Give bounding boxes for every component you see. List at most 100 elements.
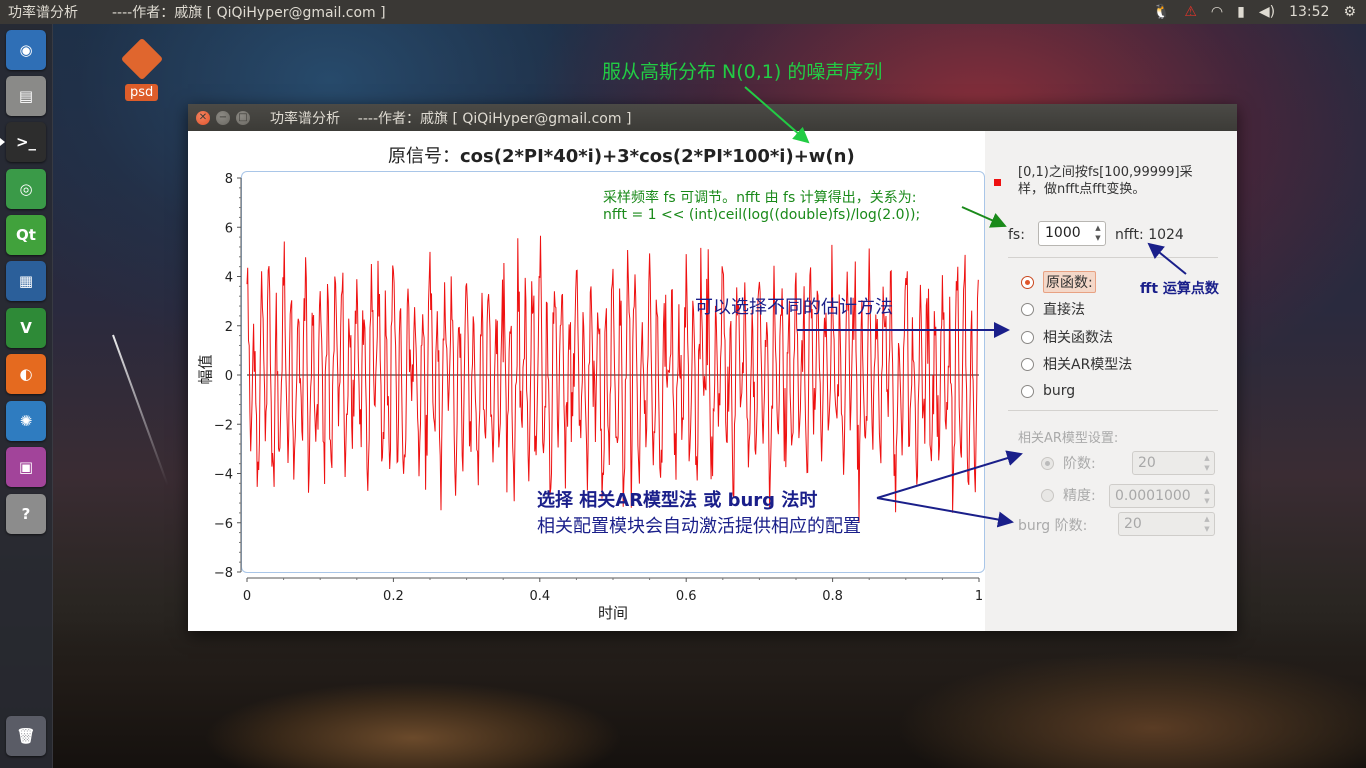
burg-order-spinbox[interactable]: 20 ▲ ▼ (1118, 512, 1215, 536)
minimize-icon: − (218, 111, 228, 123)
terminal-launcher-item[interactable]: >_ (0, 122, 46, 162)
method-radio-ar-model[interactable]: 相关AR模型法 (1021, 353, 1132, 375)
y-tick-label: 6 (225, 221, 233, 236)
status-indicator-icon (994, 179, 1001, 186)
divider (1008, 410, 1218, 411)
gear-icon[interactable]: ⚙ (1343, 4, 1356, 20)
maximize-icon: □ (238, 111, 248, 123)
window-titlebar[interactable]: ✕ − □ 功率谱分析 ----作者：戚旗 [ QiQiHyper@gmail.… (188, 104, 1237, 131)
radio-icon[interactable] (1041, 456, 1054, 470)
file-manager-launcher-item[interactable]: ▤ (6, 76, 46, 116)
fs-spin-arrows-icon[interactable]: ▲ ▼ (1092, 223, 1104, 244)
fs-spinbox[interactable]: 1000 ▲ ▼ (1038, 221, 1106, 246)
sampling-info-text: [0,1)之间按fs[100,99999]采样，做nfft点fft变换。 (1018, 165, 1193, 197)
method-radio-burg[interactable]: burg (1021, 380, 1075, 402)
chrome-launcher-item[interactable]: ◎ (6, 169, 46, 209)
system-tray: 🐧 ⚠ ◠ ▮ ◀) 13:52 ⚙ (1153, 0, 1356, 24)
y-tick-label: 0 (225, 369, 233, 384)
ar-precision-option[interactable]: 精度: (1041, 485, 1096, 505)
annotation-fs-note-1: 采样频率 fs 可调节。nfft 由 fs 计算得出，关系为: (603, 190, 917, 206)
y-tick-label: −2 (214, 418, 233, 433)
video-app-launcher-item[interactable]: ▣ (6, 447, 46, 487)
nfft-readout: nfft: 1024 (1115, 227, 1184, 243)
annotation-fft-points: fft 运算点数 (1140, 281, 1219, 297)
unknown-app-icon: ? (21, 505, 31, 523)
video-app-icon: ▣ (18, 458, 34, 476)
ubuntu-dash-icon: ◉ (19, 41, 33, 59)
method-label: burg (1043, 383, 1076, 399)
spin-arrows-icon[interactable]: ▲ ▼ (1201, 486, 1213, 507)
method-label: 相关函数法 (1043, 330, 1113, 346)
unknown-app-launcher-item[interactable]: ? (6, 494, 46, 534)
spin-arrows-icon[interactable]: ▲ ▼ (1201, 453, 1213, 474)
battery-icon[interactable]: ▮ (1237, 4, 1245, 20)
ar-precision-value[interactable]: 0.0001000 (1115, 488, 1191, 504)
x-tick-label: 1 (975, 589, 983, 604)
tux-icon[interactable]: 🐧 (1153, 4, 1170, 20)
clock[interactable]: 13:52 (1289, 4, 1329, 20)
annotation-noise: 服从高斯分布 N(0,1) 的噪声序列 (602, 61, 883, 83)
method-label: 原函数: (1043, 271, 1096, 293)
virtualbox-launcher-item[interactable]: ▦ (6, 261, 46, 301)
annotation-config-2: 相关配置模块会自动激活提供相应的配置 (537, 516, 861, 537)
firefox-icon: ◐ (19, 365, 33, 383)
x-tick-label: 0.8 (822, 589, 843, 604)
shotwell-launcher-item[interactable]: ✺ (6, 401, 46, 441)
top-panel-app-name[interactable]: 功率谱分析 (8, 2, 78, 22)
radio-icon[interactable] (1041, 488, 1054, 502)
ar-order-label: 阶数: (1063, 456, 1096, 472)
radio-icon[interactable] (1021, 330, 1034, 344)
y-tick-label: 8 (225, 172, 233, 187)
launcher: ◉ ▤ >_ ◎ Qt ▦ V ◐ ✺ ▣? 🗑 (0, 24, 53, 768)
ar-order-option[interactable]: 阶数: (1041, 453, 1096, 473)
divider (1008, 257, 1218, 258)
y-tick-label: 4 (225, 271, 233, 286)
annotation-config-1: 选择 相关AR模型法 或 burg 法时 (537, 490, 818, 511)
burg-order-value[interactable]: 20 (1124, 516, 1142, 532)
x-tick-label: 0 (243, 589, 251, 604)
qt-creator-launcher-item[interactable]: Qt (6, 215, 46, 255)
y-tick-label: −4 (214, 468, 233, 483)
ar-precision-label: 精度: (1063, 488, 1096, 504)
ar-precision-spinbox[interactable]: 0.0001000 ▲ ▼ (1109, 484, 1215, 508)
minimize-button[interactable]: − (216, 110, 230, 125)
trash-launcher-item[interactable]: 🗑 (6, 716, 46, 756)
terminal-icon: >_ (15, 133, 37, 151)
file-manager-icon: ▤ (18, 87, 34, 105)
y-axis-label: 幅值 (196, 354, 215, 385)
radio-icon[interactable] (1021, 302, 1034, 316)
burg-order-option: burg 阶数: (1018, 515, 1087, 535)
fs-label: fs: (1008, 227, 1025, 243)
nfft-value: 1024 (1148, 227, 1184, 243)
radio-icon[interactable] (1021, 357, 1034, 371)
vim-launcher-item[interactable]: V (6, 308, 46, 348)
fs-value[interactable]: 1000 (1045, 225, 1081, 241)
method-label: 相关AR模型法 (1043, 357, 1133, 373)
close-button[interactable]: ✕ (196, 110, 210, 125)
wifi-icon[interactable]: ◠ (1211, 4, 1223, 20)
desktop-wallpaper-mountains (53, 618, 1366, 768)
close-icon: ✕ (198, 111, 208, 123)
desktop-icon-label: psd (125, 84, 159, 101)
method-radio-direct[interactable]: 直接法 (1021, 298, 1085, 320)
firefox-launcher-item[interactable]: ◐ (6, 354, 46, 394)
ar-order-value[interactable]: 20 (1138, 455, 1156, 471)
desktop-icon-psd[interactable]: psd (120, 37, 164, 101)
chrome-icon: ◎ (19, 180, 33, 198)
method-radio-original[interactable]: 原函数: (1021, 271, 1096, 293)
radio-icon[interactable] (1021, 384, 1034, 398)
spin-arrows-icon[interactable]: ▲ ▼ (1201, 514, 1213, 535)
virtualbox-icon: ▦ (18, 272, 34, 290)
ar-order-spinbox[interactable]: 20 ▲ ▼ (1132, 451, 1215, 475)
method-label: 直接法 (1043, 302, 1085, 318)
maximize-button[interactable]: □ (236, 110, 250, 125)
radio-icon[interactable] (1021, 275, 1034, 289)
window-title: 功率谱分析 ----作者：戚旗 [ QiQiHyper@gmail.com ] (270, 110, 632, 127)
volume-icon[interactable]: ◀) (1259, 4, 1275, 20)
ubuntu-dash-launcher-item[interactable]: ◉ (6, 30, 46, 70)
annotation-fs-note-2: nfft = 1 << (int)ceil(log((double)fs)/lo… (603, 207, 921, 223)
annotation-methods: 可以选择不同的估计方法 (695, 297, 893, 318)
warning-icon[interactable]: ⚠ (1184, 4, 1197, 20)
burg-order-label: burg 阶数: (1018, 518, 1088, 534)
method-radio-correlation[interactable]: 相关函数法 (1021, 326, 1113, 348)
